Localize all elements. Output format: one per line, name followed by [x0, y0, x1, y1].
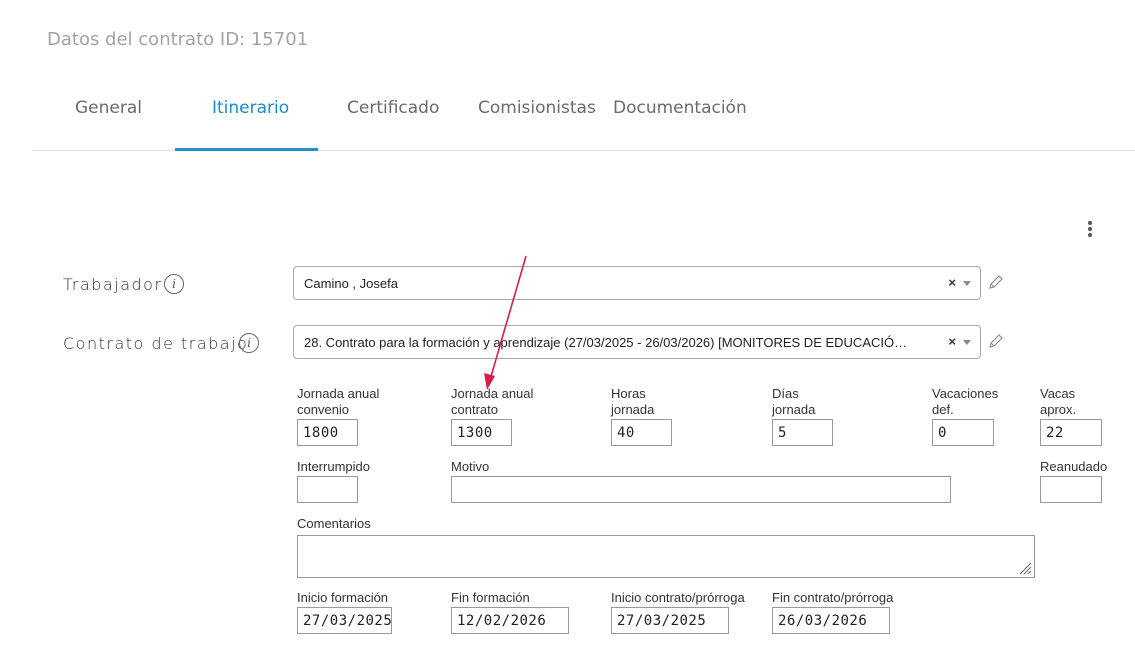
dias-jornada-label: Días jornada	[772, 386, 816, 417]
trabajador-label: Trabajador	[63, 275, 163, 294]
fin-contrato-label: Fin contrato/prórroga	[772, 590, 894, 605]
jornada-convenio-label: Jornada anual convenio	[297, 386, 380, 417]
contrato-select[interactable]: 28. Contrato para la formación y aprendi…	[293, 325, 981, 359]
fin-formacion-label: Fin formación	[451, 590, 530, 605]
kebab-menu-icon[interactable]	[1085, 220, 1095, 240]
jornada-contrato-input[interactable]: 1300	[451, 419, 512, 446]
pencil-icon[interactable]	[987, 273, 1005, 291]
tab-certificado[interactable]: Certificado	[347, 98, 439, 118]
tab-bar: General Itinerario Certificado Comisioni…	[32, 86, 1135, 151]
inicio-formacion-input[interactable]: 27/03/2025	[297, 607, 392, 634]
interrumpido-input[interactable]	[297, 476, 358, 503]
trabajador-select[interactable]: Camino , Josefa ×	[293, 266, 981, 300]
contrato-value: 28. Contrato para la formación y aprendi…	[304, 335, 908, 350]
chevron-down-icon[interactable]	[963, 281, 971, 286]
interrumpido-label: Interrumpido	[297, 459, 370, 474]
active-tab-indicator	[175, 148, 318, 151]
resize-grip-icon[interactable]	[1018, 561, 1032, 575]
dias-jornada-input[interactable]: 5	[772, 419, 833, 446]
tab-general[interactable]: General	[75, 98, 142, 118]
comentarios-textarea[interactable]	[297, 535, 1035, 578]
tab-itinerario[interactable]: Itinerario	[212, 98, 289, 118]
inicio-contrato-input[interactable]: 27/03/2025	[611, 607, 729, 634]
jornada-convenio-input[interactable]: 1800	[297, 419, 358, 446]
tab-comisionistas[interactable]: Comisionistas	[478, 98, 596, 118]
comentarios-label: Comentarios	[297, 516, 371, 531]
vacaciones-def-label: Vacaciones def.	[932, 386, 999, 417]
motivo-input[interactable]	[451, 476, 951, 503]
inicio-contrato-label: Inicio contrato/prórroga	[611, 590, 745, 605]
chevron-down-icon[interactable]	[963, 340, 971, 345]
horas-jornada-label: Horas jornada	[611, 386, 655, 417]
inicio-formacion-label: Inicio formación	[297, 590, 389, 605]
info-icon[interactable]: i	[239, 333, 259, 353]
vacaciones-def-input[interactable]: 0	[932, 419, 994, 446]
reanudado-label: Reanudado	[1040, 459, 1108, 474]
clear-icon[interactable]: ×	[948, 275, 956, 290]
motivo-label: Motivo	[451, 459, 490, 474]
reanudado-input[interactable]	[1040, 476, 1102, 503]
fin-formacion-input[interactable]: 12/02/2026	[451, 607, 569, 634]
vacas-aprox-label: Vacas aprox.	[1040, 386, 1077, 417]
info-icon[interactable]: i	[164, 274, 184, 294]
trabajador-value: Camino , Josefa	[304, 276, 398, 291]
vacas-aprox-input[interactable]: 22	[1040, 419, 1102, 446]
clear-icon[interactable]: ×	[948, 334, 956, 349]
page-title: Datos del contrato ID: 15701	[47, 29, 309, 50]
horas-jornada-input[interactable]: 40	[611, 419, 672, 446]
pencil-icon[interactable]	[987, 332, 1005, 350]
jornada-contrato-label: Jornada anual contrato	[451, 386, 534, 417]
contrato-label: Contrato de trabajo	[63, 334, 249, 353]
tab-documentacion[interactable]: Documentación	[613, 98, 747, 118]
fin-contrato-input[interactable]: 26/03/2026	[772, 607, 890, 634]
